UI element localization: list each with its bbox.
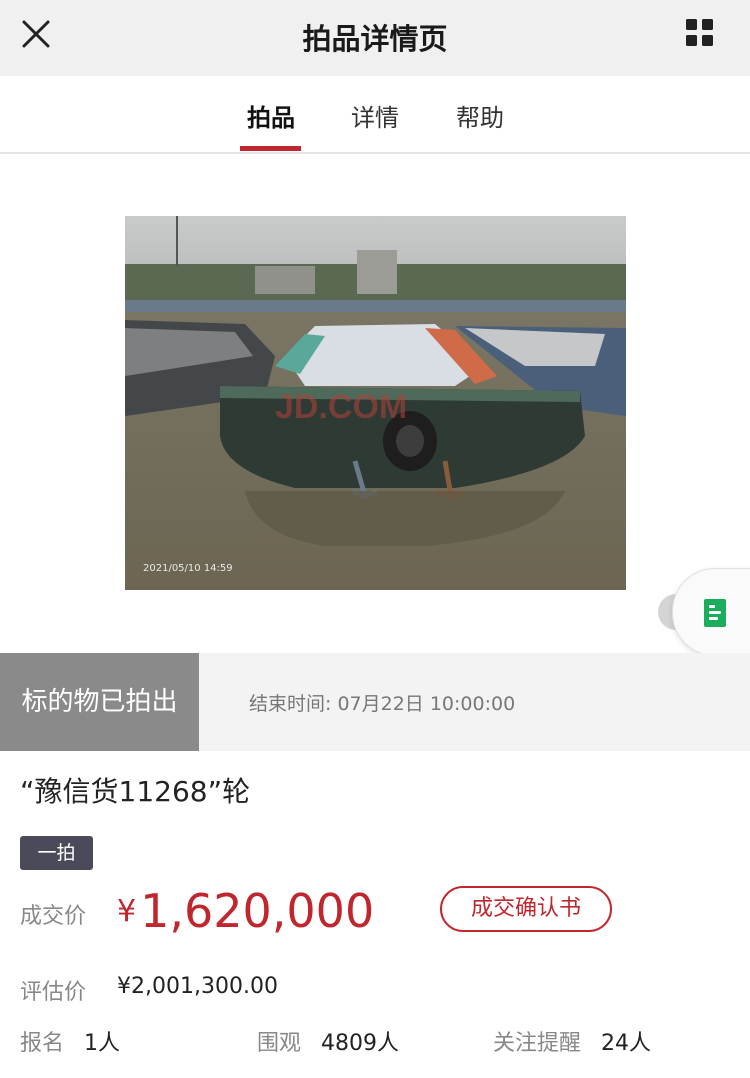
currency-symbol: ¥ (117, 894, 137, 929)
stat-value: 4809人 (321, 1031, 400, 1056)
stat-key: 关注提醒 (493, 1031, 582, 1056)
evaluation-label: 评估价 (20, 980, 87, 1005)
stat-viewers: 围观 4809人 (257, 1025, 399, 1057)
lot-photo[interactable]: JD.COM 2021/05/10 14:59 (125, 216, 626, 590)
end-time-value: 07月22日 10:00:00 (337, 693, 516, 715)
deal-price: ¥1,620,000 (117, 884, 374, 938)
lot-title: “豫信货11268”轮 (20, 775, 251, 808)
stat-followers: 关注提醒 24人 (493, 1025, 651, 1057)
deal-price-value: 1,620,000 (140, 884, 375, 938)
tab-help[interactable]: 帮助 (456, 98, 504, 133)
end-time-label: 结束时间: (249, 693, 332, 715)
end-time: 结束时间: 07月22日 10:00:00 (249, 689, 515, 716)
stat-key: 报名 (20, 1031, 65, 1056)
auction-status-bar: 标的物已拍出 结束时间: 07月22日 10:00:00 (0, 653, 750, 751)
grid-icon[interactable] (686, 19, 714, 47)
page-title: 拍品详情页 (302, 22, 448, 56)
tab-lot[interactable]: 拍品 (247, 98, 295, 133)
stat-key: 围观 (257, 1031, 302, 1056)
stat-value: 1人 (84, 1031, 121, 1056)
float-button-body[interactable] (672, 568, 750, 656)
barge-image: JD.COM (125, 216, 626, 590)
tab-details[interactable]: 详情 (351, 98, 399, 133)
floating-document-button[interactable] (656, 568, 750, 656)
tab-bar: 拍品 详情 帮助 (0, 76, 750, 154)
sold-status: 标的物已拍出 (0, 653, 199, 751)
active-tab-indicator (240, 146, 301, 151)
stat-value: 24人 (601, 1031, 652, 1056)
document-icon (704, 599, 726, 627)
deal-price-label: 成交价 (20, 904, 87, 929)
photo-timestamp: 2021/05/10 14:59 (143, 563, 233, 574)
watermark-text: JD.COM (275, 388, 407, 426)
stat-registered: 报名 1人 (20, 1025, 120, 1057)
round-badge: 一拍 (20, 836, 93, 870)
evaluation-value: ¥2,001,300.00 (117, 974, 278, 999)
top-bar: 拍品详情页 (0, 0, 750, 76)
confirmation-button[interactable]: 成交确认书 (440, 886, 612, 932)
